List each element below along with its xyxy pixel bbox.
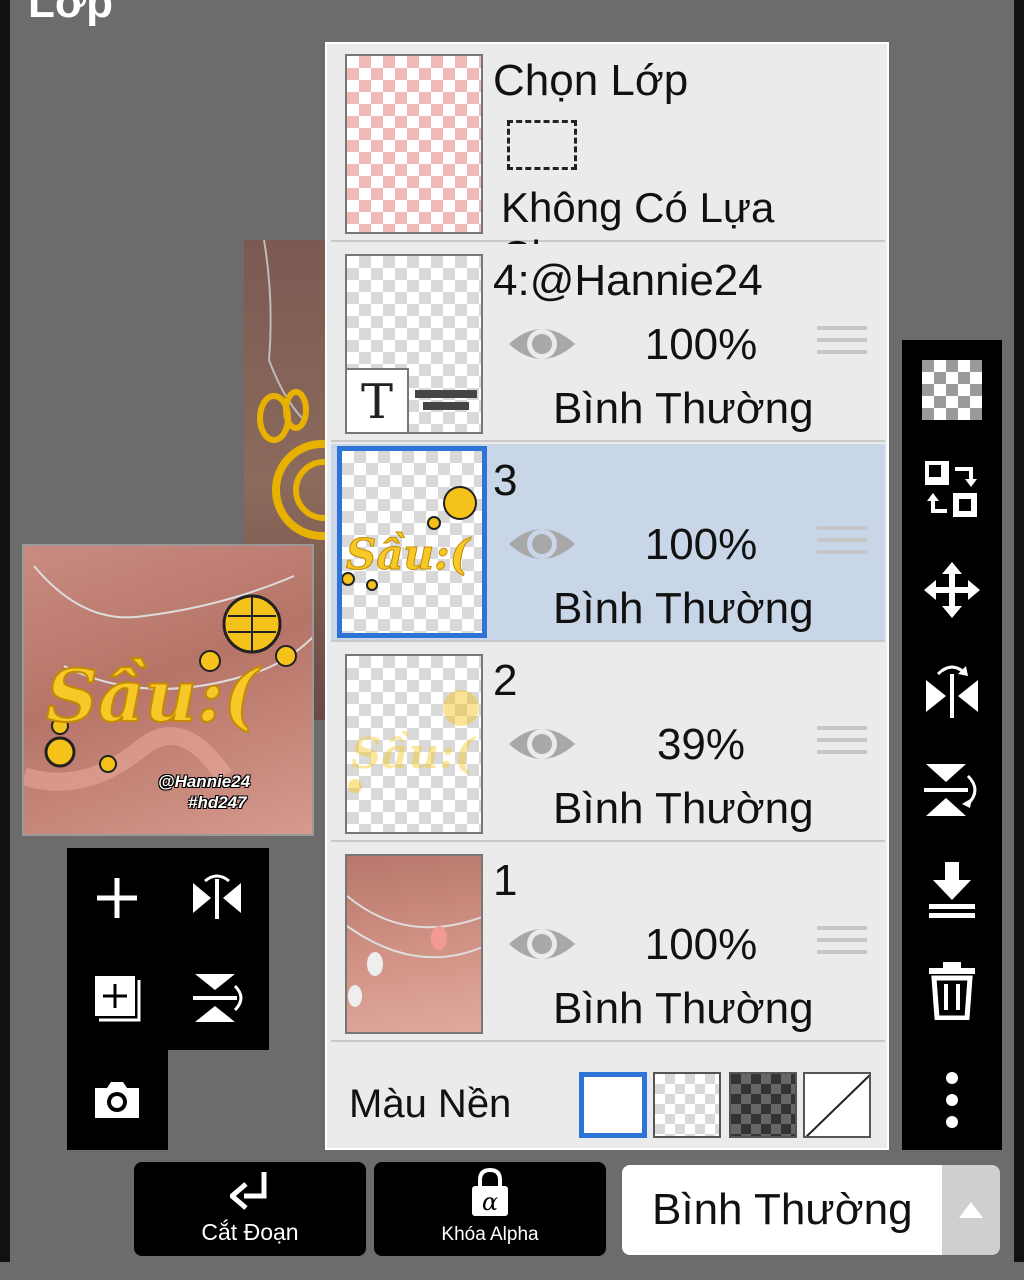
layer-name: 1: [493, 856, 518, 905]
layer-blend-mode: Bình Thường: [553, 384, 814, 433]
merge-down-icon[interactable]: [917, 855, 987, 925]
layer-thumbnail: [345, 854, 483, 1034]
visibility-eye-icon[interactable]: [507, 520, 577, 568]
layer-name: 4:@Hannie24: [493, 256, 763, 305]
lock-icon: α: [472, 1168, 508, 1216]
layer-row[interactable]: T 4:@Hannie24 100% Bình Thường: [331, 244, 885, 442]
alpha-lock-label: Khóa Alpha: [441, 1224, 539, 1245]
blend-mode-dropdown-arrow-icon[interactable]: [942, 1165, 1000, 1255]
visibility-eye-icon[interactable]: [507, 920, 577, 968]
visibility-eye-icon[interactable]: [507, 320, 577, 368]
svg-text:α: α: [482, 1188, 498, 1216]
right-toolbar: [902, 340, 1002, 1150]
page-title: Lớp: [28, 0, 114, 27]
layer-opacity[interactable]: 39%: [621, 720, 781, 770]
flip-vertical-icon[interactable]: [182, 963, 252, 1033]
visibility-eye-icon[interactable]: [507, 720, 577, 768]
transparent-checker-icon[interactable]: [917, 355, 987, 425]
text-layer-icon: T: [347, 368, 409, 432]
layer-thumbnail: T: [345, 254, 483, 434]
flip-horizontal-icon[interactable]: [917, 655, 987, 725]
canvas-preview[interactable]: Sầu:(: [22, 544, 314, 836]
alpha-lock-button[interactable]: α Khóa Alpha: [374, 1162, 606, 1256]
drag-handle-icon[interactable]: [817, 726, 867, 762]
bg-swatch-transparent-light[interactable]: [653, 1072, 721, 1138]
drag-handle-icon[interactable]: [817, 526, 867, 562]
camera-icon[interactable]: [82, 1065, 152, 1135]
blend-mode-value: Bình Thường: [652, 1185, 913, 1234]
layer-thumbnail: Sầu:(: [337, 446, 487, 638]
bg-swatch-white[interactable]: [579, 1072, 647, 1138]
layer-name: 3: [493, 456, 518, 505]
flip-vertical-icon[interactable]: [917, 755, 987, 825]
frame-right: [1014, 0, 1024, 1280]
more-vertical-icon[interactable]: [917, 1065, 987, 1135]
layer-tools-panel-bottom: [67, 1050, 168, 1150]
selection-layer-row[interactable]: Chọn Lớp Không Có Lựa Chọn: [331, 44, 885, 279]
selection-layer-thumbnail: [345, 54, 483, 234]
svg-text:Sầu:(: Sầu:(: [346, 530, 472, 579]
bg-swatch-transparent-dark[interactable]: [729, 1072, 797, 1138]
trash-icon[interactable]: [917, 955, 987, 1025]
layer-panel: Chọn Lớp Không Có Lựa Chọn T 4:@Hannie24…: [325, 42, 889, 1150]
layer-thumbnail: Sầu:(: [345, 654, 483, 834]
preview-watermark-tag: #hd247: [188, 793, 247, 812]
background-color-label: Màu Nền: [349, 1082, 512, 1126]
clip-button[interactable]: Cắt Đoạn: [134, 1162, 366, 1256]
selection-marquee-icon: [507, 120, 577, 170]
add-layer-icon[interactable]: [82, 863, 152, 933]
layer-row-selected[interactable]: Sầu:( 3 100% Bình Thường: [331, 444, 885, 642]
blend-mode-select[interactable]: Bình Thường: [622, 1165, 942, 1255]
layer-row[interactable]: Sầu:( 2 39% Bình Thường: [331, 644, 885, 842]
layer-blend-mode: Bình Thường: [553, 584, 814, 633]
layer-opacity[interactable]: 100%: [621, 320, 781, 370]
layer-name: 2: [493, 656, 518, 705]
selection-layer-title: Chọn Lớp: [493, 56, 689, 105]
swap-layer-icon[interactable]: [917, 455, 987, 525]
layer-opacity[interactable]: 100%: [621, 920, 781, 970]
layer-blend-mode: Bình Thường: [553, 984, 814, 1033]
svg-text:Sầu:(: Sầu:(: [351, 729, 477, 778]
clip-arrow-icon: [230, 1172, 267, 1210]
move-icon[interactable]: [917, 555, 987, 625]
bg-swatch-none[interactable]: [803, 1072, 871, 1138]
drag-handle-icon[interactable]: [817, 926, 867, 962]
layer-blend-mode: Bình Thường: [553, 784, 814, 833]
preview-watermark-handle: @Hannie24: [158, 772, 251, 791]
drag-handle-icon[interactable]: [817, 326, 867, 362]
bottom-edge: [0, 1262, 1024, 1280]
frame-left: [0, 0, 10, 1280]
background-color-row: Màu Nền: [331, 1052, 885, 1148]
layer-tools-panel: [67, 848, 269, 1050]
layer-row[interactable]: 1 100% Bình Thường: [331, 844, 885, 1042]
layer-opacity[interactable]: 100%: [621, 520, 781, 570]
duplicate-layer-icon[interactable]: [82, 963, 152, 1033]
svg-text:Sầu:(: Sầu:(: [46, 653, 261, 738]
flip-horizontal-icon[interactable]: [182, 863, 252, 933]
clip-label: Cắt Đoạn: [201, 1219, 299, 1245]
